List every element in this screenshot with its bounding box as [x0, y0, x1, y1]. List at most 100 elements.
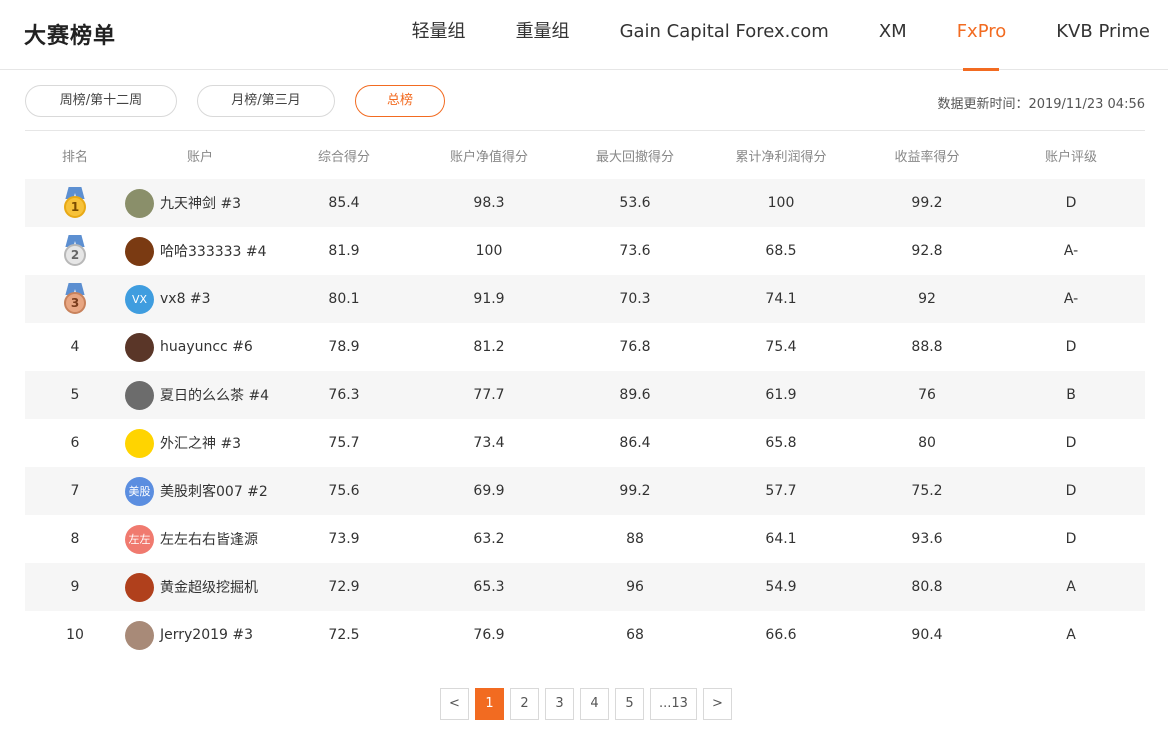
- next-page-button[interactable]: >: [703, 688, 732, 720]
- column-header: 最大回撤得分: [595, 149, 674, 165]
- account-rating: B: [1066, 387, 1076, 403]
- table-row[interactable]: 8 左左 左左右右皆逢源 73.9 63.2 88 64.1 93.6 D: [25, 515, 1145, 563]
- account-name[interactable]: 九天神剑 #3: [160, 193, 241, 213]
- equity-score: 69.9: [473, 483, 505, 499]
- account-rating: A: [1066, 579, 1076, 595]
- medal-number: 2: [64, 244, 86, 266]
- account-cell[interactable]: huayuncc #6: [125, 332, 275, 362]
- account-cell[interactable]: 哈哈333333 #4: [125, 236, 275, 266]
- drawdown-score: 99.2: [619, 483, 651, 499]
- tab-gain-capital-forex-com[interactable]: Gain Capital Forex.com: [595, 0, 854, 70]
- account-name[interactable]: 左左右右皆逢源: [160, 529, 258, 549]
- account-name[interactable]: 夏日的么么茶 #4: [160, 385, 269, 405]
- return-score: 92: [918, 291, 936, 307]
- pagination: <1 2 3 4 5 ...13 >: [440, 688, 732, 720]
- tab-1[interactable]: 重量组: [491, 0, 595, 70]
- column-header: 综合得分: [317, 149, 370, 165]
- page-button[interactable]: ...13: [650, 688, 697, 720]
- weekly-ranking-button[interactable]: 周榜/第十二周: [25, 85, 177, 117]
- avatar: VX: [125, 284, 154, 314]
- page-button[interactable]: 5: [615, 688, 644, 720]
- column-header: 收益率得分: [894, 149, 960, 165]
- account-rating: D: [1065, 435, 1077, 451]
- avatar: [125, 236, 154, 266]
- rank-cell: 3: [25, 283, 125, 315]
- drawdown-score: 76.8: [619, 339, 651, 355]
- rank-number: 5: [70, 387, 80, 403]
- silver-medal-icon: 2: [62, 235, 88, 267]
- tab-0[interactable]: 轻量组: [387, 0, 491, 70]
- page-button[interactable]: 4: [580, 688, 609, 720]
- account-cell[interactable]: 美股 美股刺客007 #2: [125, 476, 275, 506]
- rank-cell: 4: [25, 339, 125, 355]
- tab-kvb-prime[interactable]: KVB Prime: [1031, 0, 1168, 70]
- table-row[interactable]: 5 夏日的么么茶 #4 76.3 77.7 89.6 61.9 76 B: [25, 371, 1145, 419]
- account-name[interactable]: 黄金超级挖掘机: [160, 577, 258, 597]
- rank-cell: 8: [25, 531, 125, 547]
- rank-number: 8: [70, 531, 80, 547]
- page-button[interactable]: 3: [545, 688, 574, 720]
- account-rating: D: [1065, 531, 1077, 547]
- page-button[interactable]: 2: [510, 688, 539, 720]
- account-cell[interactable]: 外汇之神 #3: [125, 428, 275, 458]
- account-cell[interactable]: 夏日的么么茶 #4: [125, 380, 275, 410]
- net-profit-score: 100: [767, 195, 795, 211]
- account-name[interactable]: Jerry2019 #3: [160, 627, 253, 643]
- tab-fxpro[interactable]: FxPro: [932, 0, 1032, 70]
- avatar: [125, 380, 154, 410]
- account-rating: A-: [1063, 291, 1079, 307]
- table-row[interactable]: 2 哈哈333333 #4 81.9 100 73.6 68.5 92.8 A-: [25, 227, 1145, 275]
- equity-score: 63.2: [473, 531, 505, 547]
- rank-number: 10: [66, 627, 84, 643]
- table-row[interactable]: 9 黄金超级挖掘机 72.9 65.3 96 54.9 80.8 A: [25, 563, 1145, 611]
- table-row[interactable]: 10 Jerry2019 #3 72.5 76.9 68 66.6 90.4 A: [25, 611, 1145, 659]
- table-row[interactable]: 7 美股 美股刺客007 #2 75.6 69.9 99.2 57.7 75.2 D: [25, 467, 1145, 515]
- account-rating: A-: [1063, 243, 1079, 259]
- overall-ranking-button[interactable]: 总榜: [355, 85, 445, 117]
- table-body: 1 九天神剑 #3 85.4 98.3 53.6 100 99.2 D 2 哈哈333333 #4…: [25, 179, 1145, 659]
- rank-cell: 5: [25, 387, 125, 403]
- net-profit-score: 64.1: [765, 531, 797, 547]
- return-score: 80.8: [911, 579, 943, 595]
- account-cell[interactable]: 九天神剑 #3: [125, 188, 275, 218]
- avatar: [125, 428, 154, 458]
- account-cell[interactable]: Jerry2019 #3: [125, 620, 275, 650]
- equity-score: 91.9: [473, 291, 505, 307]
- page-button[interactable]: 1: [475, 688, 504, 720]
- account-cell[interactable]: VX vx8 #3: [125, 284, 275, 314]
- prev-page-button[interactable]: <: [440, 688, 469, 720]
- drawdown-score: 68: [626, 627, 644, 643]
- avatar: 左左: [125, 524, 154, 554]
- account-name[interactable]: huayuncc #6: [160, 339, 253, 355]
- rank-number: 9: [70, 579, 80, 595]
- account-rating: D: [1065, 483, 1077, 499]
- drawdown-score: 89.6: [619, 387, 651, 403]
- table-row[interactable]: 1 九天神剑 #3 85.4 98.3 53.6 100 99.2 D: [25, 179, 1145, 227]
- ranking-table: 排名 账户 综合得分 账户净值得分 最大回撤得分 累计净利润得分 收益率得分 账户评级 1 九天…: [25, 131, 1145, 659]
- net-profit-score: 54.9: [765, 579, 797, 595]
- account-name[interactable]: vx8 #3: [160, 291, 211, 307]
- return-score: 90.4: [911, 627, 943, 643]
- account-cell[interactable]: 黄金超级挖掘机: [125, 572, 275, 602]
- net-profit-score: 61.9: [765, 387, 797, 403]
- column-header: 账户: [186, 149, 213, 165]
- composite-score: 75.6: [328, 483, 360, 499]
- table-row[interactable]: 4 huayuncc #6 78.9 81.2 76.8 75.4 88.8 D: [25, 323, 1145, 371]
- account-name[interactable]: 哈哈333333 #4: [160, 241, 267, 261]
- account-name[interactable]: 美股刺客007 #2: [160, 481, 268, 501]
- tab-xm[interactable]: XM: [854, 0, 932, 70]
- return-score: 80: [918, 435, 936, 451]
- update-time: 数据更新时间：2019/11/23 04:56: [937, 97, 1145, 112]
- table-row[interactable]: 3 VX vx8 #3 80.1 91.9 70.3 74.1 92 A-: [25, 275, 1145, 323]
- composite-score: 78.9: [328, 339, 360, 355]
- account-name[interactable]: 外汇之神 #3: [160, 433, 241, 453]
- table-header: 排名 账户 综合得分 账户净值得分 最大回撤得分 累计净利润得分 收益率得分 账户评级: [25, 131, 1145, 179]
- table-row[interactable]: 6 外汇之神 #3 75.7 73.4 86.4 65.8 80 D: [25, 419, 1145, 467]
- drawdown-score: 96: [626, 579, 644, 595]
- account-cell[interactable]: 左左 左左右右皆逢源: [125, 524, 275, 554]
- broker-tabs: 轻量组 重量组 Gain Capital Forex.com XM FxPro KVB P…: [387, 0, 1168, 70]
- equity-score: 100: [475, 243, 503, 259]
- rank-number: 6: [70, 435, 80, 451]
- net-profit-score: 66.6: [765, 627, 797, 643]
- monthly-ranking-button[interactable]: 月榜/第三月: [197, 85, 335, 117]
